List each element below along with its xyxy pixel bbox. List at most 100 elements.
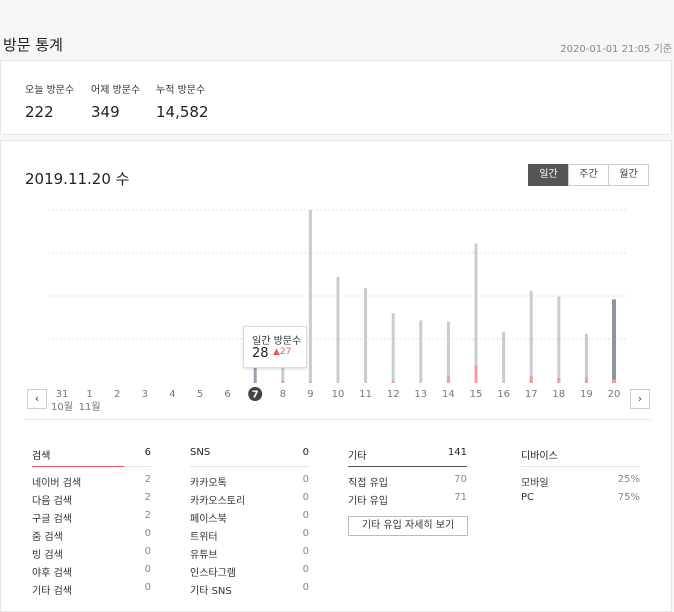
x-tick-label[interactable]: 7 bbox=[252, 390, 259, 401]
item-name: 카카오톡 bbox=[190, 478, 227, 489]
list-item: PC 75% bbox=[521, 492, 640, 510]
tooltip-delta: ▲27 bbox=[273, 347, 292, 357]
item-count: 0 bbox=[302, 564, 309, 575]
x-tick-label[interactable]: 6 bbox=[224, 389, 230, 400]
bar-total bbox=[557, 296, 561, 383]
item-count: 70 bbox=[454, 474, 467, 485]
stat-value: 349 bbox=[91, 103, 120, 121]
list-item: 직접 유입 70 bbox=[348, 474, 467, 492]
item-name: 인스타그램 bbox=[190, 568, 236, 579]
list-item: 기타 SNS 0 bbox=[190, 582, 309, 600]
bar-inflow bbox=[584, 377, 588, 383]
list-item: 줌 검색 0 bbox=[32, 528, 151, 546]
x-tick-label[interactable]: 18 bbox=[552, 389, 565, 400]
bar-inflow bbox=[557, 377, 561, 383]
daily-visits-chart: 31 1 2 3 4 5 6 7 8 9 10 11 12 13 14 15 16 17 18 19 2010월 11월 bbox=[48, 209, 628, 413]
item-count: 71 bbox=[454, 492, 467, 503]
x-tick-label[interactable]: 20 bbox=[608, 389, 621, 400]
item-count: 0 bbox=[144, 582, 151, 593]
x-tick-label[interactable]: 9 bbox=[307, 389, 313, 400]
bar-total bbox=[612, 299, 616, 383]
month-label: 10월 bbox=[51, 401, 73, 413]
list-item: 모바일 25% bbox=[521, 474, 640, 492]
x-tick-label[interactable]: 13 bbox=[414, 389, 427, 400]
item-name: 페이스북 bbox=[190, 514, 227, 525]
x-tick-label[interactable]: 10 bbox=[332, 389, 345, 400]
list-item: 기타 유입 71 bbox=[348, 492, 467, 510]
x-tick-label[interactable]: 11 bbox=[359, 389, 372, 400]
list-item: 네이버 검색 2 bbox=[32, 474, 151, 492]
item-name: 구글 검색 bbox=[32, 514, 72, 525]
item-count: 0 bbox=[144, 546, 151, 557]
stat-label: 어제 방문수 bbox=[91, 85, 141, 96]
item-name: PC bbox=[521, 492, 535, 503]
list-item: 기타 검색 0 bbox=[32, 582, 151, 600]
bar-total bbox=[474, 243, 478, 383]
source-sns: SNS 0 카카오톡 0 카카오스토리 0 페이스북 0 트위터 0 유튜브 0 인스타그… bbox=[190, 446, 309, 600]
x-tick-label[interactable]: 19 bbox=[580, 389, 593, 400]
bar-total bbox=[446, 321, 450, 383]
list-item: 트위터 0 bbox=[190, 528, 309, 546]
bar-inflow bbox=[308, 381, 312, 383]
x-tick-label[interactable]: 12 bbox=[387, 389, 400, 400]
x-tick-label[interactable]: 31 bbox=[56, 389, 69, 400]
item-count: 0 bbox=[302, 510, 309, 521]
item-count: 0 bbox=[302, 528, 309, 539]
x-tick-label[interactable]: 5 bbox=[197, 389, 203, 400]
item-count: 0 bbox=[302, 492, 309, 503]
item-name: 기타 유입 bbox=[348, 496, 388, 507]
item-name: 유튜브 bbox=[190, 550, 218, 561]
source-device: 디바이스 모바일 25% PC 75% bbox=[521, 446, 640, 510]
bar-total bbox=[253, 367, 257, 383]
item-name: 트위터 bbox=[190, 532, 218, 543]
month-label: 11월 bbox=[79, 401, 101, 413]
bar-inflow bbox=[529, 376, 533, 383]
x-tick-label[interactable]: 14 bbox=[442, 389, 455, 400]
item-count: 0 bbox=[302, 546, 309, 557]
list-item: 빙 검색 0 bbox=[32, 546, 151, 564]
source-count: 141 bbox=[447, 447, 467, 458]
x-tick-label[interactable]: 2 bbox=[114, 389, 120, 400]
item-count: 0 bbox=[144, 528, 151, 539]
bar-total bbox=[529, 290, 533, 383]
item-count: 2 bbox=[144, 510, 151, 521]
item-count: 75% bbox=[617, 492, 640, 503]
list-item: 다음 검색 2 bbox=[32, 492, 151, 510]
source-name: 디바이스 bbox=[521, 451, 558, 462]
item-count: 2 bbox=[144, 492, 151, 503]
x-tick-label[interactable]: 16 bbox=[497, 389, 510, 400]
source-header: 디바이스 bbox=[521, 446, 640, 467]
x-tick-label[interactable]: 8 bbox=[280, 389, 286, 400]
list-item: 야후 검색 0 bbox=[32, 564, 151, 582]
chart-prev-button[interactable]: ‹ bbox=[27, 389, 47, 409]
bar-total bbox=[364, 288, 368, 383]
source-header: 기타 141 bbox=[348, 446, 467, 467]
list-item: 카카오톡 0 bbox=[190, 474, 309, 492]
x-tick-label[interactable]: 17 bbox=[525, 389, 538, 400]
item-count: 25% bbox=[617, 474, 640, 485]
x-tick-label[interactable]: 4 bbox=[169, 389, 175, 400]
stat-label: 오늘 방문수 bbox=[25, 85, 75, 96]
bar-total bbox=[308, 210, 312, 383]
source-count: 0 bbox=[302, 447, 309, 458]
source-name: 기타 bbox=[348, 451, 367, 462]
x-tick-label[interactable]: 1 bbox=[86, 389, 92, 400]
item-name: 카카오스토리 bbox=[190, 496, 246, 507]
item-count: 0 bbox=[144, 564, 151, 575]
item-count: 2 bbox=[144, 474, 151, 485]
tooltip-label: 일간 방문수 bbox=[252, 336, 302, 347]
x-tick-label[interactable]: 3 bbox=[142, 389, 148, 400]
source-name: SNS bbox=[190, 447, 211, 458]
stat-value: 14,582 bbox=[156, 103, 209, 121]
bar-inflow bbox=[612, 379, 616, 383]
source-other: 기타 141 직접 유입 70 기타 유입 71 기타 유입 자세히 보기 bbox=[348, 446, 468, 536]
x-tick-label[interactable]: 15 bbox=[470, 389, 483, 400]
source-underline bbox=[348, 466, 467, 467]
chart-next-button[interactable]: › bbox=[630, 389, 650, 409]
chevron-left-icon: ‹ bbox=[34, 392, 40, 405]
item-name: 줌 검색 bbox=[32, 532, 63, 543]
other-inflow-detail-button[interactable]: 기타 유입 자세히 보기 bbox=[348, 516, 468, 536]
tooltip-value: 28 bbox=[252, 346, 269, 361]
chart-card: 2019.11.20 수 일간 주간 월간 31 1 2 3 4 5 6 7 8 9 10 11 12 1… bbox=[0, 140, 672, 612]
bar-total bbox=[391, 313, 395, 383]
